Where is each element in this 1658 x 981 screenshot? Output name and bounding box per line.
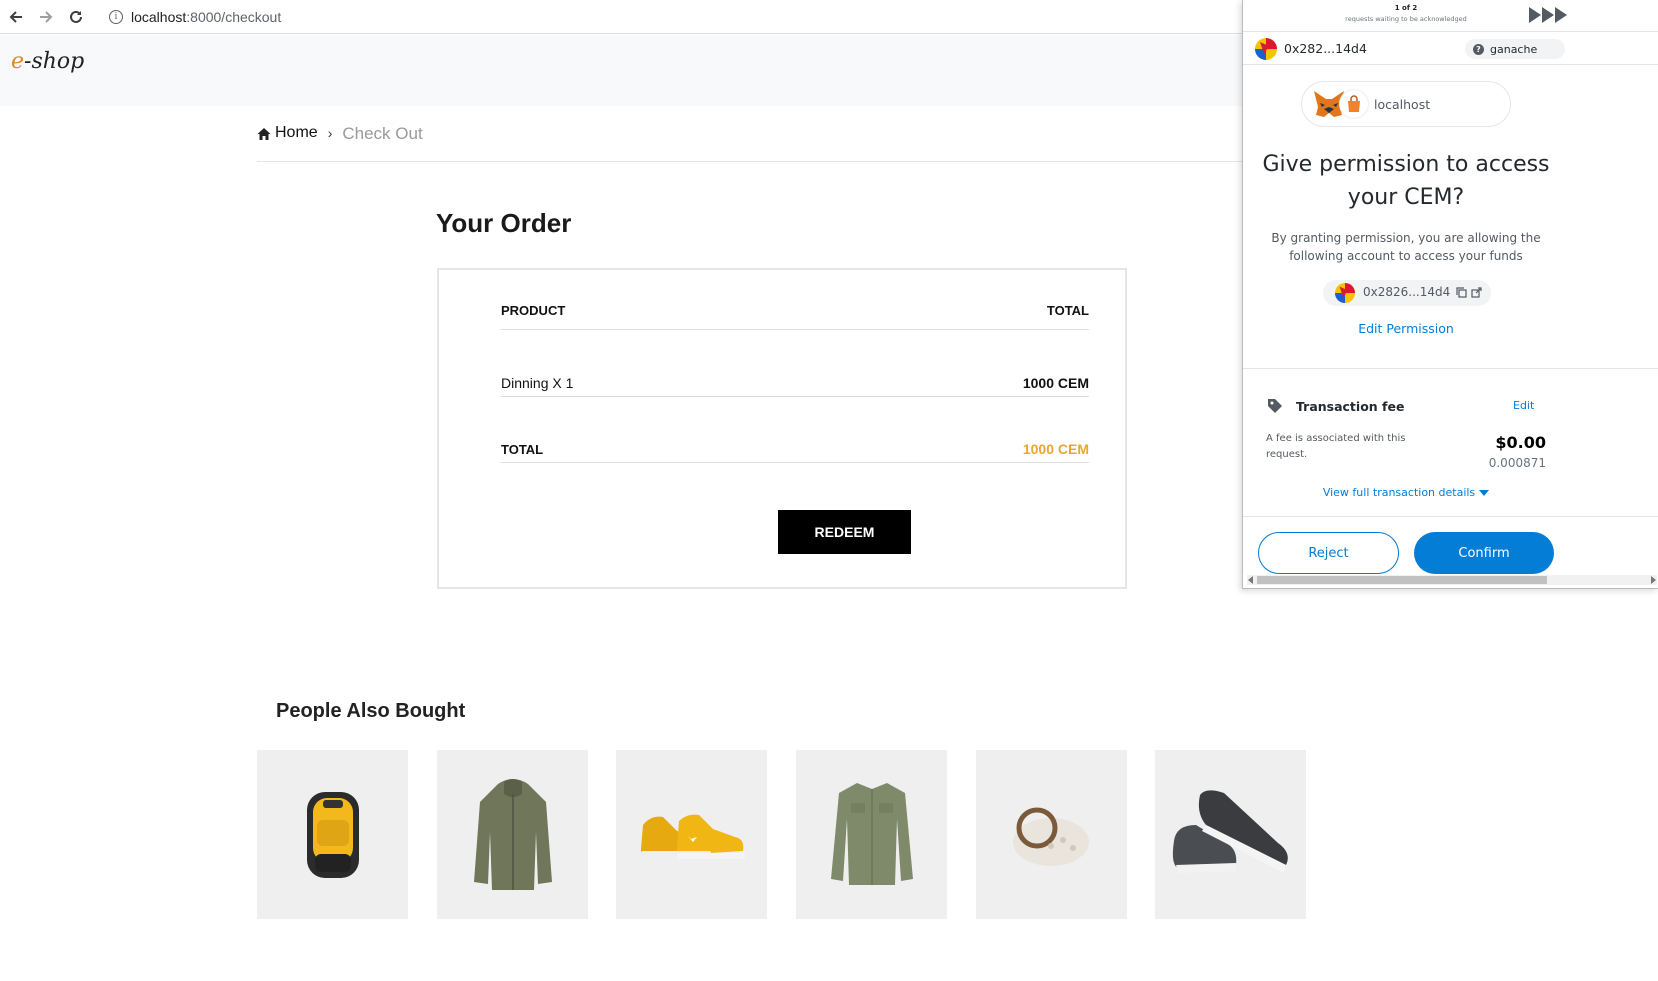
external-link-icon[interactable] — [1471, 287, 1482, 298]
backpack-image — [306, 791, 359, 878]
account-avatar[interactable] — [1255, 38, 1277, 60]
product-card-jacket[interactable] — [437, 750, 588, 919]
order-header-row: PRODUCT TOTAL — [501, 292, 1089, 330]
permission-description: By granting permission, you are allowing… — [1271, 231, 1541, 263]
site-shopping-bag-icon — [1339, 89, 1369, 119]
request-count: 1 of 2 — [1394, 4, 1418, 12]
skip-all-icon[interactable] — [1527, 5, 1571, 25]
question-icon: ? — [1473, 43, 1484, 55]
fee-edit-link[interactable]: Edit — [1513, 399, 1534, 412]
also-bought-title: People Also Bought — [276, 700, 466, 722]
account-address[interactable]: 0x282...14d4 — [1284, 41, 1367, 56]
account-bar: 0x282...14d4 ? ganache — [1243, 31, 1658, 65]
network-name: ganache — [1490, 42, 1538, 56]
total-amount: 1000 CEM — [1022, 441, 1089, 457]
slip-on-shoes-image — [1172, 789, 1288, 873]
permission-title: Give permission to access your CEM? — [1262, 152, 1550, 210]
scroll-right-icon[interactable] — [1651, 576, 1656, 584]
url-path: :8000/checkout — [186, 8, 282, 25]
item-amount: 1000 CEM — [1022, 375, 1089, 391]
divider — [1243, 368, 1658, 369]
chip-address: 0x2826...14d4 — [1363, 285, 1451, 299]
site-info-icon[interactable]: i — [109, 9, 123, 24]
request-wait-text: requests waiting to be acknowledged — [1345, 15, 1467, 23]
fee-eth: 0.000871 — [1488, 456, 1546, 470]
total-label: TOTAL — [501, 441, 544, 457]
tag-icon — [1268, 399, 1282, 413]
url-host: localhost — [131, 8, 187, 25]
order-title: Your Order — [436, 208, 572, 238]
col-product: PRODUCT — [501, 303, 566, 318]
view-details-link[interactable]: View full transaction details — [1243, 486, 1569, 499]
caret-down-icon — [1479, 490, 1490, 496]
product-card-backpack[interactable] — [257, 750, 408, 919]
order-item-row: Dinning X 1 1000 CEM — [501, 370, 1089, 397]
handbag-image — [1012, 807, 1089, 866]
col-total: TOTAL — [1046, 303, 1089, 318]
breadcrumb-home[interactable]: Home — [275, 124, 318, 142]
view-details-label: View full transaction details — [1322, 486, 1476, 499]
horizontal-scrollbar[interactable] — [1247, 575, 1657, 585]
breadcrumb: Home › Check Out — [257, 124, 1307, 162]
breadcrumb-current: Check Out — [342, 124, 423, 143]
metamask-popup: 1 of 2 requests waiting to be acknowledg… — [1242, 0, 1658, 589]
redeem-button[interactable]: REDEEM — [778, 510, 911, 554]
reject-button[interactable]: Reject — [1258, 532, 1399, 574]
back-icon[interactable] — [1, 2, 31, 32]
address-bar[interactable]: localhost:8000/checkout — [131, 9, 281, 25]
account-chip: 0x2826...14d4 — [1323, 280, 1491, 306]
origin-host: localhost — [1374, 97, 1431, 112]
fee-usd: $0.00 — [1495, 433, 1546, 452]
product-card-handbag[interactable] — [976, 750, 1127, 919]
logo-text: -shop — [24, 49, 85, 74]
home-icon — [257, 128, 271, 140]
divider — [1243, 516, 1658, 517]
origin-pill: localhost — [1301, 81, 1511, 127]
product-card-slip-on-shoes[interactable] — [1155, 750, 1306, 919]
scroll-left-icon[interactable] — [1248, 576, 1253, 584]
forward-icon[interactable] — [31, 2, 61, 32]
order-summary: PRODUCT TOTAL Dinning X 1 1000 CEM TOTAL… — [437, 268, 1127, 589]
chip-avatar — [1335, 283, 1355, 303]
edit-permission-link[interactable]: Edit Permission — [1243, 321, 1569, 336]
chevron-right-icon: › — [327, 125, 333, 141]
fee-description: A fee is associated with this request. — [1266, 433, 1406, 460]
product-card-shirt[interactable] — [796, 750, 947, 919]
site-logo[interactable]: e-shop — [11, 49, 84, 74]
order-total-row: TOTAL 1000 CEM — [501, 436, 1089, 463]
confirm-button[interactable]: Confirm — [1414, 532, 1554, 574]
logo-e: e — [11, 49, 25, 74]
request-navigation: 1 of 2 requests waiting to be acknowledg… — [1243, 0, 1658, 30]
copy-icon[interactable] — [1456, 287, 1467, 298]
sneakers-image — [640, 814, 745, 859]
fee-title: Transaction fee — [1296, 399, 1405, 414]
jacket-image — [473, 779, 552, 890]
product-card-sneakers[interactable] — [616, 750, 767, 919]
scrollbar-thumb[interactable] — [1257, 576, 1547, 584]
network-selector[interactable]: ? ganache — [1465, 39, 1565, 59]
shirt-image — [830, 782, 913, 885]
reload-icon[interactable] — [61, 2, 91, 32]
item-name: Dinning X 1 — [501, 375, 574, 391]
